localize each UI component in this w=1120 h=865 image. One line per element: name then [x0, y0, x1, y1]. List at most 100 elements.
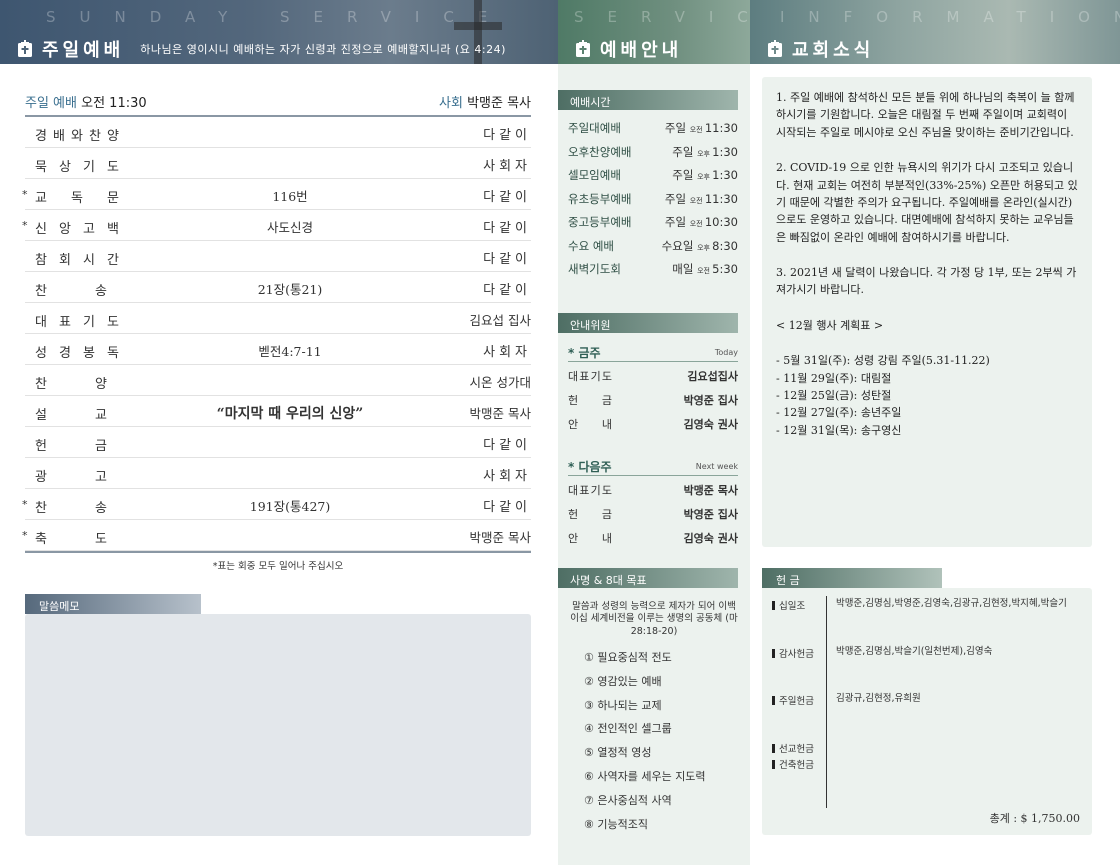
worship-times-list: 주일대예배주일 오전 11:30 오후찬양예배 주일 오후 1:30 셀모임예배 주일 … — [568, 116, 738, 281]
order-item-label: 설교 — [35, 404, 107, 423]
worship-schedule: 주일 오후 1:30 — [672, 144, 738, 160]
worship-name: 새벽기도회 — [568, 262, 621, 276]
order-item-label: 성경봉독 — [35, 342, 119, 361]
guide-role-char: 도 — [601, 484, 612, 497]
goal-item: ⑦ 은사중심적 사역 — [584, 793, 672, 807]
guides-next-week: * 다음주 Next week 대 표 기 도 박맹준 목사 헌 금 박영준 집사 안 내 김영숙 권사 — [568, 458, 738, 548]
worship-ampm: 오후 — [697, 149, 713, 158]
guide-name: 김영숙 권사 — [683, 418, 738, 431]
guide-row: 안 내 김영숙 권사 — [568, 524, 738, 548]
offering-divider — [826, 596, 827, 808]
order-row: 헌 금 다같이 — [25, 427, 531, 458]
order-label-char: 도 — [95, 532, 107, 547]
worship-name: 중고등부예배 — [568, 215, 632, 229]
guide-role-char: 금 — [601, 394, 612, 407]
worship-ampm: 오후 — [697, 173, 713, 181]
order-label-char: 묵 — [35, 160, 47, 175]
plan-item: - 12월 31일(목): 송구영신 — [776, 423, 902, 437]
worship-day: 매일 — [672, 262, 698, 276]
service-header: 주일 예배 오전 11:30 사회 박맹준 목사 — [25, 92, 531, 112]
order-item-leader: 시온 성가대 — [469, 375, 531, 390]
order-item-detail: 사도신경 — [266, 220, 313, 235]
order-label-char: 회 — [59, 253, 71, 268]
order-item-label: 찬송 — [35, 280, 107, 299]
order-row: * 신 앙 고 백 사도신경 다같이 — [22, 210, 531, 241]
news-item: 3. 2021년 새 달력이 나왔습니다. 각 가정 당 1부, 또는 2부씩 … — [776, 266, 1077, 297]
order-label-char: 기 — [83, 160, 95, 175]
worship-day: 주일 — [672, 144, 698, 159]
order-item-detail: 116번 — [272, 189, 308, 204]
order-item-label: 경배와찬양 — [35, 125, 119, 144]
order-item-leader: 다같이 — [483, 252, 531, 267]
news-item: 2. COVID-19 으로 인한 뉴욕시의 위기가 다시 고조되고 있습니다.… — [776, 161, 1078, 244]
host-label: 사회 — [439, 96, 463, 111]
order-label-char: 찬 — [89, 129, 101, 144]
order-row: 광 고 사회자 — [25, 458, 531, 489]
order-label-char: 문 — [107, 191, 119, 206]
guide-name: 박영준 집사 — [683, 394, 738, 407]
standing-mark: * — [22, 188, 28, 201]
worship-ampm: 오후 — [697, 243, 713, 252]
order-label-char: 와 — [71, 129, 83, 144]
order-label-char: 송 — [95, 284, 107, 299]
bible-icon — [768, 40, 782, 57]
order-label-char: 고 — [95, 470, 107, 485]
memo-box — [25, 614, 531, 836]
guide-name: 박영준 집사 — [683, 508, 738, 521]
order-label-char: 도 — [107, 315, 119, 330]
page-title: 주일예배 하나님은 영이시니 예배하는 자가 신령과 진정으로 예배할지니라 (… — [16, 36, 506, 62]
worship-times-tab: 예배시간 — [558, 90, 738, 110]
offering-total: 총계 : $ 1,750.00 — [989, 812, 1080, 825]
guide-role: 대표기도 — [568, 368, 612, 384]
order-label-char: 표 — [59, 315, 71, 330]
order-label-char: 대 — [35, 315, 47, 330]
order-row: * 축 도 박맹준 목사 — [22, 520, 531, 551]
guide-week-title: * 다음주 — [568, 460, 612, 474]
standing-mark: * — [22, 498, 28, 511]
order-row: 대 표 기 도 김요섭 집사 — [25, 303, 531, 334]
order-item-label: 참회시간 — [35, 249, 119, 268]
order-label-char: 봉 — [83, 346, 95, 361]
guide-role-char: 내 — [601, 532, 612, 545]
worship-clock: 11:30 — [704, 121, 738, 135]
order-label-char: 교 — [35, 191, 47, 206]
banner-ghost-text: INFORMATION — [780, 8, 1120, 26]
order-item-label: 축도 — [35, 528, 107, 547]
worship-ampm: 오전 — [689, 196, 705, 205]
order-row: 설 교 “마지막 때 우리의 신앙” 박맹준 목사 — [25, 396, 531, 427]
guide-role-char: 표 — [579, 484, 590, 497]
banner-verse: 하나님은 영이시니 예배하는 자가 신령과 진정으로 예배할지니라 (요 4:2… — [140, 43, 506, 56]
order-label-char: 경 — [35, 129, 47, 144]
order-item-leader: 다같이 — [483, 190, 531, 205]
guide-role-char: 안 — [568, 418, 579, 431]
goal-item: ③ 하나되는 교제 — [584, 698, 662, 712]
guide-role-char: 안 — [568, 532, 579, 545]
guide-name: 김요섭집사 — [687, 370, 738, 383]
guides-this-week: * 금주 Today 대 표 기 도 김요섭집사 헌 금 박영준 집사 안 내 김영숙 권사 — [568, 344, 738, 434]
guide-role-char: 대 — [568, 370, 579, 383]
service-host: 사회 박맹준 목사 — [439, 92, 531, 111]
guide-role: 안내 — [568, 416, 612, 432]
worship-time-row: 셀모임예배 주일 오후 1:30 — [568, 163, 738, 187]
order-item-leader: 박맹준 목사 — [469, 406, 531, 421]
order-label-char: 교 — [95, 408, 107, 423]
order-item-detail: 21장(통21) — [257, 282, 323, 297]
church-news-label: 교회소식 — [792, 40, 875, 61]
guide-role-char: 헌 — [568, 394, 579, 407]
order-label-char: 광 — [35, 470, 47, 485]
worship-time-row: 새벽기도회 매일 오전 5:30 — [568, 257, 738, 281]
goal-item: ② 영감있는 예배 — [584, 674, 662, 688]
offering-box: 총계 : $ 1,750.00 십일조 박맹준,김명심,박영준,김영숙,김광규,김… — [762, 588, 1092, 835]
order-label-char: 헌 — [35, 439, 47, 454]
service-info-title: 예배안내 — [574, 36, 682, 62]
worship-name: 오후찬양예배 — [568, 144, 632, 159]
divider — [25, 551, 531, 553]
guide-role-char: 금 — [601, 508, 612, 521]
order-row: 경 배 와 찬 양 다같이 — [25, 117, 531, 148]
order-label-char: 앙 — [59, 222, 71, 237]
offering-names: 박맹준,김명심,박슬기(일천번제),김영숙 — [836, 646, 993, 657]
offering-tab: 헌 금 — [762, 568, 942, 588]
worship-clock: 11:30 — [704, 191, 738, 206]
guide-name: 김영숙 권사 — [683, 532, 738, 545]
worship-name: 주일대예배 — [568, 121, 621, 135]
